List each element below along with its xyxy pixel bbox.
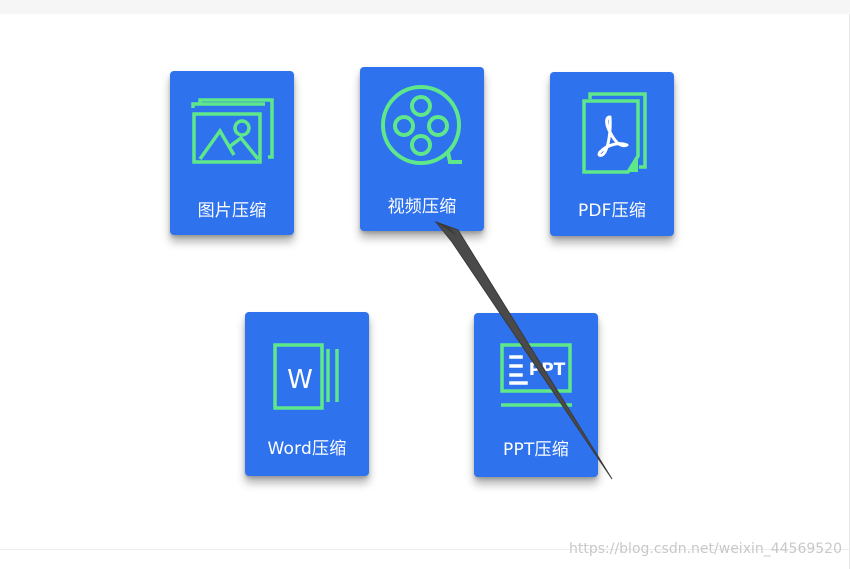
watermark-text: https://blog.csdn.net/weixin_44569520 [568, 541, 842, 557]
image-compress-label: 图片压缩 [197, 201, 267, 221]
top-strip [0, 0, 850, 14]
word-compress-label: Word压缩 [267, 439, 347, 459]
image-compress-button[interactable]: 图片压缩 [170, 71, 294, 235]
word-compress-button[interactable]: W Word压缩 [245, 312, 369, 476]
video-compress-button[interactable]: 视频压缩 [360, 67, 484, 231]
image-icon [170, 71, 294, 181]
word-letter: W [287, 365, 313, 395]
pdf-compress-button[interactable]: PDF压缩 [550, 72, 674, 236]
ppt-text: PPT [529, 360, 566, 380]
word-file-icon: W [245, 312, 369, 422]
ppt-compress-button[interactable]: PPT PPT压缩 [474, 313, 598, 477]
ppt-file-icon: PPT [474, 313, 598, 423]
ppt-compress-label: PPT压缩 [503, 440, 569, 460]
pdf-compress-label: PDF压缩 [577, 201, 647, 221]
pdf-file-icon [550, 72, 674, 182]
film-reel-icon [360, 67, 484, 177]
video-compress-label: 视频压缩 [387, 197, 457, 217]
